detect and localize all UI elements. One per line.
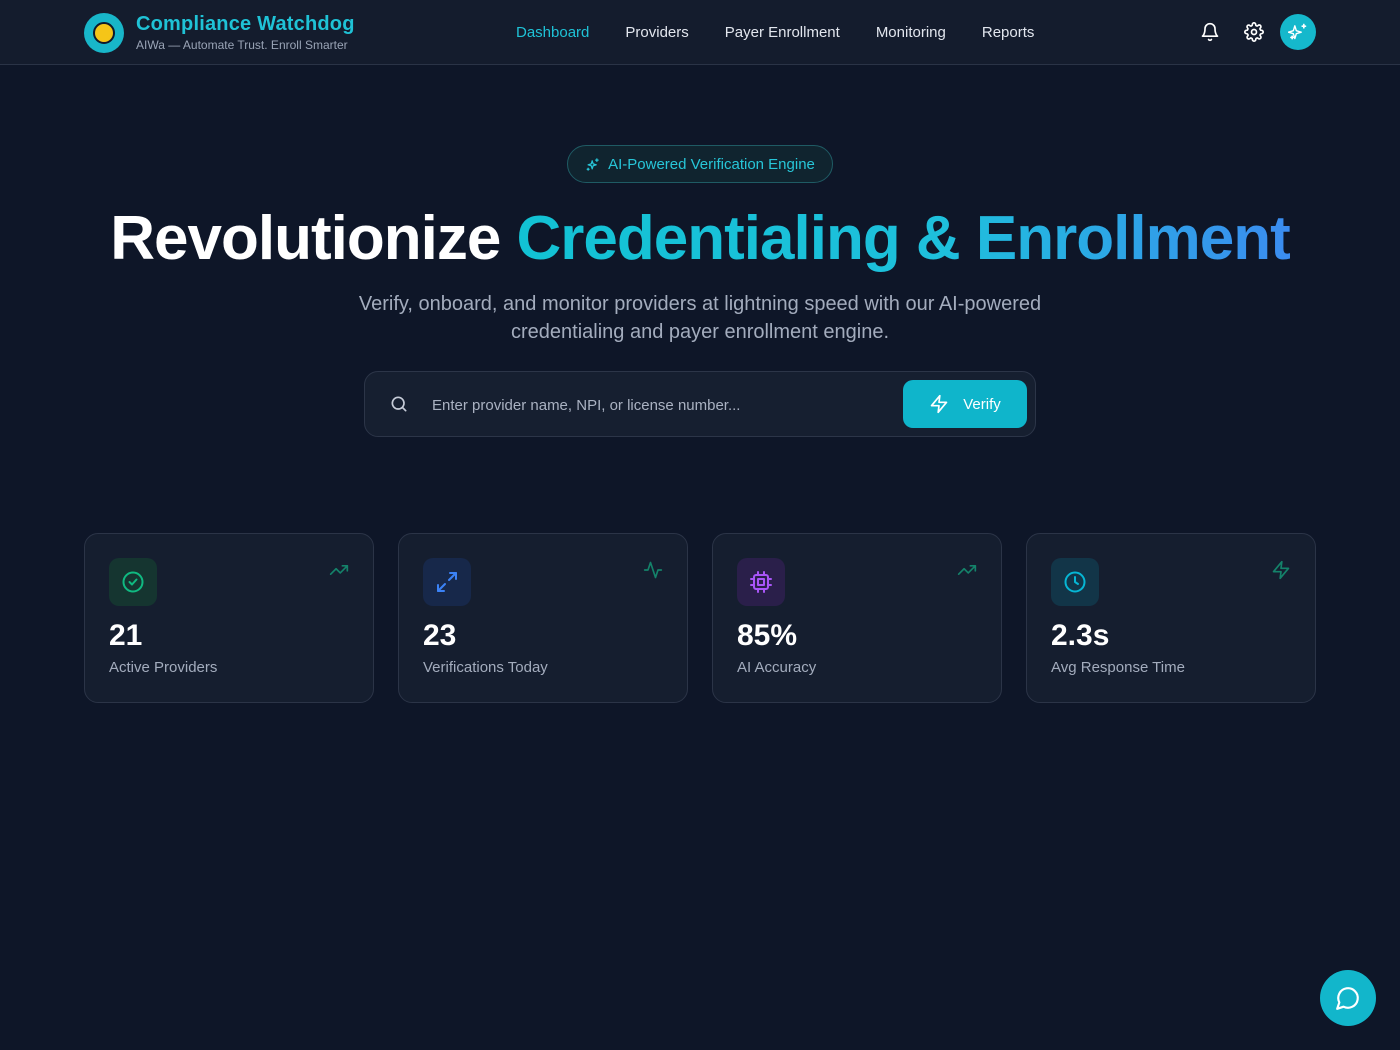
nav-item-reports[interactable]: Reports	[982, 24, 1035, 41]
badge-label: AI-Powered Verification Engine	[608, 155, 815, 173]
provider-search-input[interactable]	[421, 385, 891, 425]
nav-item-dashboard[interactable]: Dashboard	[516, 24, 589, 41]
stats-grid: 21 Active Providers 23 Verifications Tod…	[84, 533, 1316, 703]
stat-card-verifications-today[interactable]: 23 Verifications Today	[398, 533, 688, 703]
notifications-button[interactable]	[1192, 14, 1228, 50]
brand-subtitle: AIWa — Automate Trust. Enroll Smarter	[136, 38, 348, 52]
stat-value: 21	[109, 619, 143, 652]
stat-icon-wrap	[423, 558, 471, 606]
arrows-expand-icon	[437, 572, 457, 592]
ai-engine-badge: AI-Powered Verification Engine	[567, 145, 833, 183]
verify-button-label: Verify	[963, 395, 1001, 413]
stat-card-ai-accuracy[interactable]: 85% AI Accuracy	[712, 533, 1002, 703]
search-icon	[391, 396, 407, 412]
stat-card-avg-response-time[interactable]: 2.3s Avg Response Time	[1026, 533, 1316, 703]
top-navbar: Compliance Watchdog AIWa — Automate Trus…	[0, 0, 1400, 65]
nav-item-providers[interactable]: Providers	[625, 24, 688, 41]
stat-value: 23	[423, 619, 457, 652]
stat-icon-wrap	[737, 558, 785, 606]
nav-item-monitoring[interactable]: Monitoring	[876, 24, 946, 41]
check-circle-icon	[122, 571, 144, 593]
chat-button[interactable]	[1320, 970, 1376, 1026]
trending-up-icon	[957, 565, 977, 575]
header-actions	[1184, 14, 1316, 50]
main-nav: Dashboard Providers Payer Enrollment Mon…	[516, 0, 1070, 64]
hero-subtitle: Verify, onboard, and monitor providers a…	[358, 293, 1042, 343]
hero-title-plain: Revolutionize	[110, 204, 517, 273]
ai-assistant-button[interactable]	[1280, 14, 1316, 50]
stat-card-active-providers[interactable]: 21 Active Providers	[84, 533, 374, 703]
hero-title-highlight: Credentialing & Enrollment	[516, 204, 1291, 273]
brand-title: Compliance Watchdog	[136, 13, 355, 35]
gear-icon	[1244, 22, 1264, 42]
message-circle-icon	[1336, 987, 1359, 1010]
cpu-icon	[750, 571, 772, 593]
sparkles-icon	[1288, 23, 1307, 40]
activity-icon	[643, 561, 663, 579]
stat-value: 85%	[737, 619, 798, 652]
clock-icon	[1064, 571, 1086, 593]
stat-label: Verifications Today	[423, 659, 548, 676]
provider-search-bar: Verify	[364, 371, 1036, 437]
stat-icon-wrap	[1051, 558, 1099, 606]
stat-value: 2.3s	[1051, 619, 1110, 652]
zap-icon	[930, 394, 948, 414]
brand[interactable]: Compliance Watchdog AIWa — Automate Trus…	[84, 12, 355, 53]
sparkles-icon	[586, 157, 599, 171]
nav-item-payer-enrollment[interactable]: Payer Enrollment	[725, 24, 840, 41]
trending-up-icon	[329, 565, 349, 575]
bell-icon	[1201, 22, 1219, 42]
stat-label: AI Accuracy	[737, 659, 817, 676]
zap-icon	[1272, 560, 1290, 580]
logo-icon	[84, 12, 124, 53]
stat-label: Avg Response Time	[1051, 659, 1185, 676]
hero-title: Revolutionize Credentialing & Enrollment	[0, 200, 1400, 278]
stat-icon-wrap	[109, 558, 157, 606]
stat-label: Active Providers	[109, 659, 218, 676]
settings-button[interactable]	[1236, 14, 1272, 50]
verify-button[interactable]: Verify	[903, 380, 1027, 428]
